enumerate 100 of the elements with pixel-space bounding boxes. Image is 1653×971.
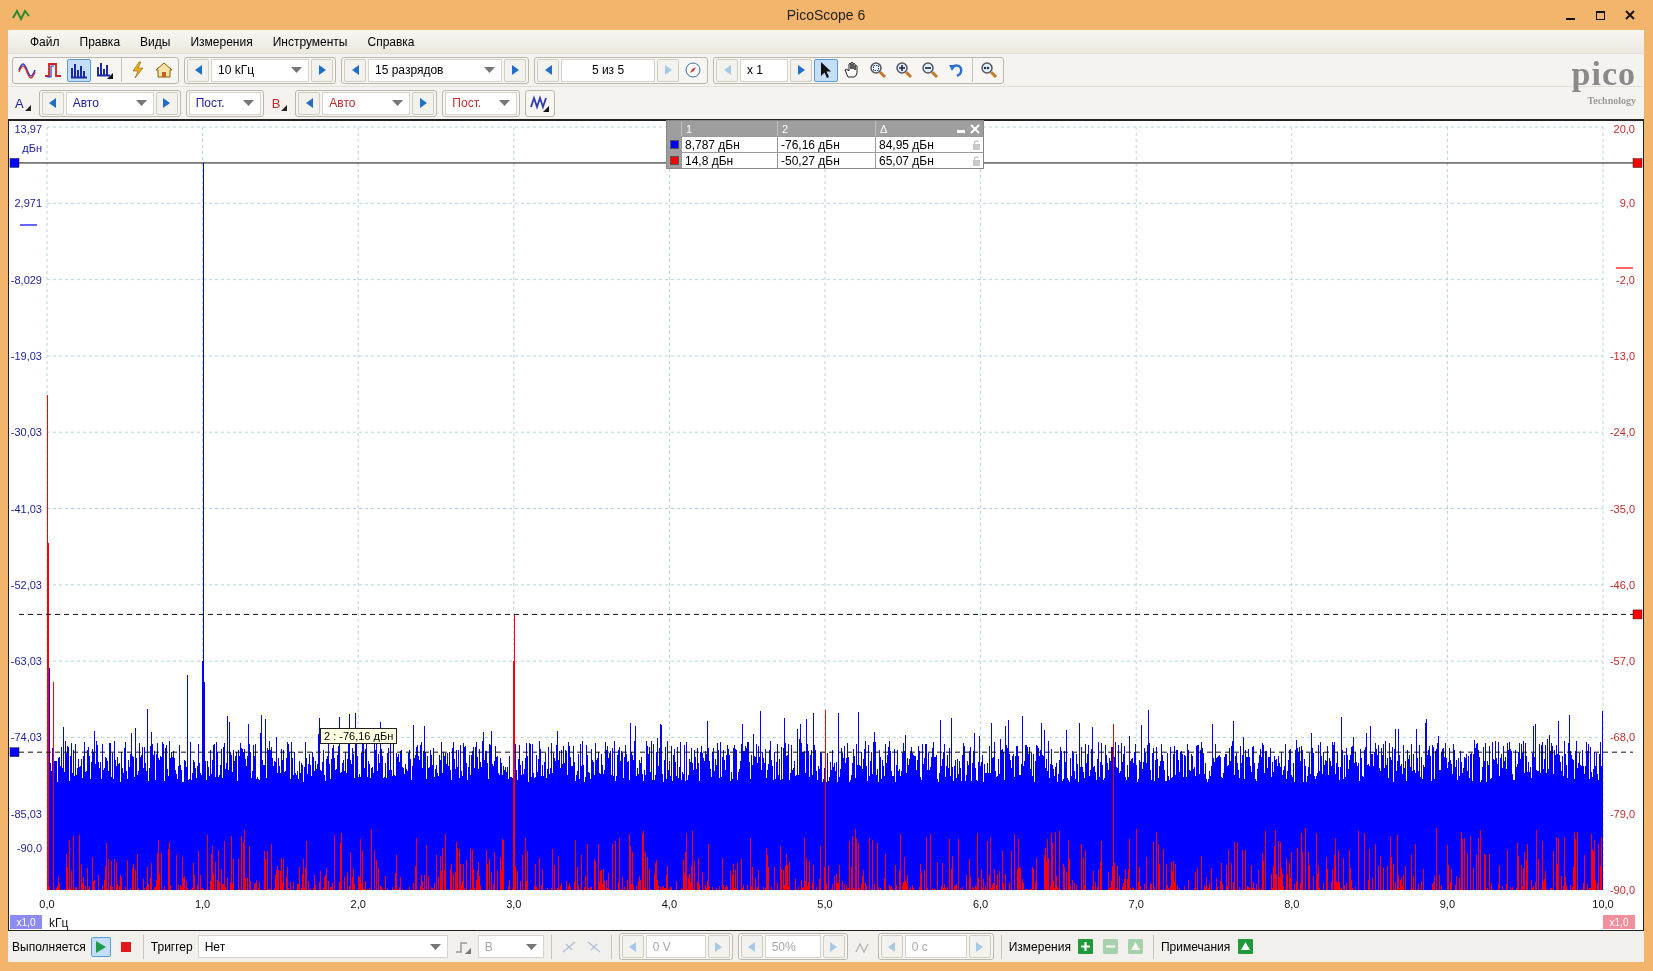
play-button[interactable] [90, 936, 111, 957]
stop-icon [120, 941, 131, 952]
ruler-handle[interactable] [9, 747, 20, 757]
home-icon [155, 61, 173, 79]
previous-button[interactable] [537, 58, 559, 82]
ruler-tooltip: 2 : -76,16 дБн [320, 728, 398, 745]
sine-wave-icon [18, 61, 36, 79]
logo-tagline: Technology [1587, 95, 1636, 107]
table-cell: 65,07 дБн [879, 153, 934, 168]
caret-icon [525, 943, 537, 950]
next-button[interactable] [311, 58, 333, 82]
dropdown-field[interactable]: 15 разрядов [368, 58, 502, 82]
channel-button[interactable]: B [268, 95, 291, 111]
ruler-line[interactable] [18, 751, 1634, 753]
ruler-handle[interactable] [9, 158, 20, 168]
zoom-in-icon [895, 61, 913, 79]
dropdown-field[interactable]: 5 из 5 [561, 58, 655, 82]
axis-tick-label: 10,0 [1592, 898, 1614, 910]
right-triangle-icon [664, 65, 672, 75]
scale-badge: x1,0 [1603, 915, 1635, 929]
menu-item[interactable]: Справка [357, 34, 425, 49]
maximize-icon [1595, 10, 1605, 20]
ruler-line[interactable] [18, 613, 1634, 615]
dropdown-field[interactable]: Авто [65, 91, 154, 115]
axis-tick-label: 2,971 [14, 197, 42, 210]
next-button[interactable] [155, 91, 178, 115]
left-triangle-icon [351, 65, 359, 75]
left-triangle-icon [748, 941, 756, 952]
axis-tick-label: 20,0 [1613, 123, 1635, 135]
trigger-mode-dropdown[interactable]: Нет [197, 935, 448, 958]
close-icon[interactable] [970, 123, 980, 134]
view-mode-button[interactable] [67, 58, 91, 82]
hand-icon [843, 61, 861, 79]
magnifier-icon [980, 61, 998, 79]
axis-tick-label: -63,03 [10, 655, 42, 668]
previous-button[interactable] [41, 91, 64, 115]
zoom-field[interactable]: x 1 [740, 58, 788, 82]
menu-item[interactable]: Измерения [180, 34, 263, 49]
measurement-button[interactable] [1075, 936, 1096, 957]
axis-tick-label: -90,0 [1609, 884, 1635, 896]
minimize-icon[interactable] [957, 129, 965, 133]
axis-tick-label: 9,0 [1619, 197, 1635, 210]
previous-button[interactable] [344, 58, 366, 82]
table-cell: 8,787 дБн [681, 136, 777, 152]
close-icon [1625, 10, 1635, 20]
left-triangle-icon [888, 941, 896, 952]
coupling-dropdown[interactable]: Пост. [188, 91, 261, 115]
trigger-label: Триггер [150, 939, 193, 954]
ruler-handle[interactable] [1632, 609, 1643, 620]
axis-tick-label: 0,0 [39, 898, 55, 910]
window-title: PicoScope 6 [786, 7, 866, 23]
caret-icon [499, 100, 511, 106]
axis-tick-label: -24,0 [1609, 426, 1635, 439]
right-triangle-icon [976, 941, 984, 952]
axis-tick-label: -79,0 [1609, 807, 1635, 820]
axis-unit-label: дБн [22, 142, 42, 154]
axis-tick-label: -74,03 [10, 731, 42, 744]
left-triangle-icon [305, 98, 313, 108]
axis-tick-label: -2,0 [1616, 273, 1635, 286]
previous-button[interactable] [187, 58, 209, 82]
caret-icon [429, 943, 441, 950]
axis-tick-label: -13,0 [1609, 349, 1635, 362]
axis-tick-label: -30,03 [10, 426, 42, 439]
minus-icon [1103, 939, 1119, 954]
measurements-label: Измерения [1008, 939, 1071, 954]
axis-tick-label: 4,0 [661, 898, 678, 910]
corner-triangle-icon [281, 104, 288, 111]
coupling-dropdown[interactable]: Пост. [445, 91, 518, 115]
right-triangle-icon [830, 941, 838, 952]
axis-tick-label: -52,03 [10, 578, 42, 591]
next-button[interactable] [412, 91, 435, 115]
previous-button[interactable] [298, 91, 321, 115]
axis-tick-label: -68,0 [1609, 731, 1635, 744]
axis-tick-label: -85,03 [10, 807, 42, 820]
tool-button[interactable] [814, 58, 838, 82]
axis-tick-label: -41,03 [10, 502, 42, 515]
falling-edge-icon [586, 939, 601, 954]
next-button[interactable] [504, 58, 526, 82]
menu-item[interactable]: Инструменты [262, 34, 358, 49]
notes-button[interactable] [1235, 936, 1256, 957]
channel-button[interactable]: A [12, 95, 34, 111]
next-button[interactable] [790, 58, 812, 82]
menu-item[interactable]: Файл [20, 34, 70, 49]
menu-item[interactable]: Виды [130, 34, 181, 49]
axis-tick-label: 13,97 [14, 123, 42, 135]
corner-triangle-icon [24, 104, 31, 111]
ruler-handle[interactable] [1632, 158, 1643, 168]
axis-tick-label: 2,0 [350, 898, 366, 910]
dropdown-field[interactable]: Авто [322, 91, 411, 115]
scale-badge: x1,0 [10, 915, 42, 929]
magnifier-icon [869, 61, 887, 79]
axis-tick-label: -8,029 [10, 273, 42, 286]
table-cell: -50,27 дБн [777, 152, 875, 168]
run-status-label: Выполняется [12, 939, 86, 954]
right-triangle-icon [318, 65, 326, 75]
rising-edge-icon [561, 939, 576, 954]
axis-tick-label: 6,0 [972, 898, 989, 910]
right-triangle-icon [797, 65, 805, 75]
menu-item[interactable]: Правка [69, 34, 131, 49]
dropdown-field[interactable]: 10 kГц [211, 58, 309, 82]
